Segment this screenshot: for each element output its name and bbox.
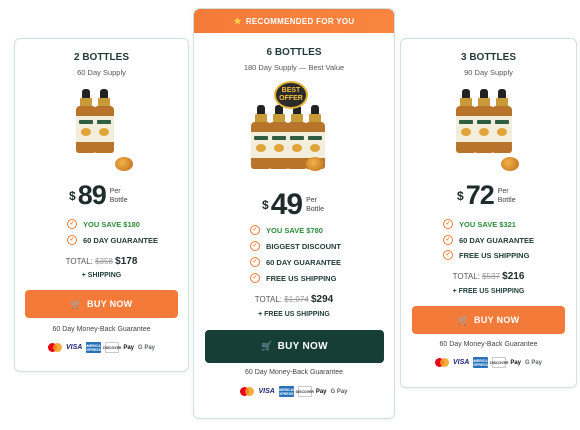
package-title: 3 BOTTLES (460, 52, 516, 63)
amex-icon: AMERICAN EXPRESS (84, 342, 104, 353)
feature-save: ✓ YOU SAVE $321 (443, 219, 516, 229)
fruit-image (115, 157, 133, 171)
price-per-label: Per Bottle (306, 197, 324, 213)
shipping-note: + FREE US SHIPPING (258, 311, 330, 318)
cart-icon: 🛒 (457, 314, 470, 325)
buy-now-button[interactable]: 🛒 BUY NOW (205, 330, 384, 363)
cart-icon: 🛒 (261, 341, 273, 351)
total-old-price: $358 (95, 257, 113, 266)
package-title: 6 BOTTLES (266, 47, 322, 58)
total-old-price: $1,074 (284, 295, 309, 304)
feature-discount: ✓ BIGGEST DISCOUNT (250, 241, 341, 251)
buy-now-button[interactable]: 🛒 BUY NOW (412, 306, 565, 334)
mastercard-icon (47, 343, 62, 352)
feature-shipping: ✓ FREE US SHIPPING (443, 250, 529, 260)
check-circle-icon: ✓ (443, 235, 453, 245)
package-title: 2 BOTTLES (73, 52, 129, 63)
discover-icon: DISCOVER (490, 357, 508, 368)
check-circle-icon: ✓ (67, 219, 77, 229)
feature-guarantee: ✓ 60 DAY GUARANTEE (443, 235, 534, 245)
check-circle-icon: ✓ (250, 225, 260, 235)
amex-icon: AMERICAN EXPRESS (471, 357, 491, 368)
apple-pay-icon: Pay (315, 388, 327, 395)
feature-guarantee: ✓ 60 DAY GUARANTEE (250, 257, 341, 267)
best-offer-badge: BEST OFFER (274, 81, 308, 109)
star-icon: ★ (233, 15, 242, 26)
feature-save: ✓ YOU SAVE $780 (250, 225, 323, 235)
buy-now-button[interactable]: 🛒 BUY NOW (25, 290, 178, 318)
visa-icon: VISA (65, 344, 83, 351)
feature-save: ✓ YOU SAVE $180 (67, 219, 140, 229)
price-per-label: Per Bottle (109, 187, 128, 204)
total-new-price: $294 (310, 294, 334, 305)
order-total: TOTAL: $1,074 $294 (254, 294, 334, 305)
feature-shipping: ✓ FREE US SHIPPING (250, 273, 336, 283)
package-supply: 180 Day Supply — Best Value (243, 63, 345, 72)
feature-guarantee: ✓ 60 DAY GUARANTEE (67, 235, 158, 245)
package-supply: 60 Day Supply (77, 68, 126, 77)
google-pay-icon: G Pay (138, 344, 156, 351)
money-back-guarantee: 60 Day Money-Back Guarantee (244, 369, 344, 376)
product-image (76, 89, 114, 153)
order-total: TOTAL: $537 $216 (452, 271, 525, 282)
price-display: $ 49 Per Bottle (262, 188, 324, 222)
money-back-guarantee: 60 Day Money-Back Guarantee (439, 341, 538, 348)
total-new-price: $216 (502, 271, 525, 282)
visa-icon: VISA (258, 388, 275, 395)
product-image (456, 89, 512, 153)
check-circle-icon: ✓ (443, 250, 453, 260)
mastercard-icon (240, 387, 255, 396)
price-per-label: Per Bottle (497, 187, 516, 204)
price-value: 89 (77, 180, 107, 210)
package-card-2-bottles: 2 BOTTLES 60 Day Supply $ 89 Per Bottle ✓… (14, 38, 189, 372)
price-value: 49 (270, 188, 303, 221)
price-display: $ 72 Per Bottle (457, 180, 516, 211)
apple-pay-icon: Pay (123, 344, 134, 351)
shipping-note: + FREE US SHIPPING (452, 288, 525, 295)
fruit-image (501, 157, 519, 171)
apple-pay-icon: Pay (510, 359, 521, 366)
payment-methods: VISA AMERICAN EXPRESS DISCOVER Pay G Pay (401, 357, 576, 368)
check-circle-icon: ✓ (250, 273, 260, 283)
order-total: TOTAL: $358 $178 (65, 256, 138, 267)
mastercard-icon (434, 358, 449, 367)
price-display: $ 89 Per Bottle (69, 180, 128, 211)
google-pay-icon: G Pay (330, 388, 348, 395)
amex-icon: AMERICAN EXPRESS (276, 386, 296, 397)
check-circle-icon: ✓ (250, 241, 260, 251)
price-currency: $ (262, 198, 269, 212)
price-currency: $ (69, 188, 76, 203)
discover-icon: DISCOVER (103, 342, 121, 353)
recommended-banner: ★ RECOMMENDED FOR YOU (194, 9, 394, 33)
check-circle-icon: ✓ (443, 219, 453, 229)
total-new-price: $178 (115, 256, 138, 267)
package-card-6-bottles: ★ RECOMMENDED FOR YOU 6 BOTTLES 180 Day … (193, 8, 395, 419)
cart-icon: 🛒 (70, 298, 83, 309)
fruit-image (306, 157, 324, 171)
shipping-note: + SHIPPING (81, 272, 122, 279)
google-pay-icon: G Pay (525, 359, 543, 366)
discover-icon: DISCOVER (296, 386, 314, 397)
money-back-guarantee: 60 Day Money-Back Guarantee (52, 326, 151, 333)
package-supply: 90 Day Supply (464, 68, 513, 77)
package-card-3-bottles: 3 BOTTLES 90 Day Supply $ 72 Per Bottle ✓… (400, 38, 577, 388)
visa-icon: VISA (452, 359, 470, 366)
payment-methods: VISA AMERICAN EXPRESS DISCOVER Pay G Pay (194, 386, 394, 397)
price-currency: $ (457, 188, 464, 203)
total-old-price: $537 (482, 272, 500, 281)
check-circle-icon: ✓ (250, 257, 260, 267)
payment-methods: VISA AMERICAN EXPRESS DISCOVER Pay G Pay (15, 342, 188, 353)
check-circle-icon: ✓ (67, 235, 77, 245)
price-value: 72 (465, 180, 495, 210)
